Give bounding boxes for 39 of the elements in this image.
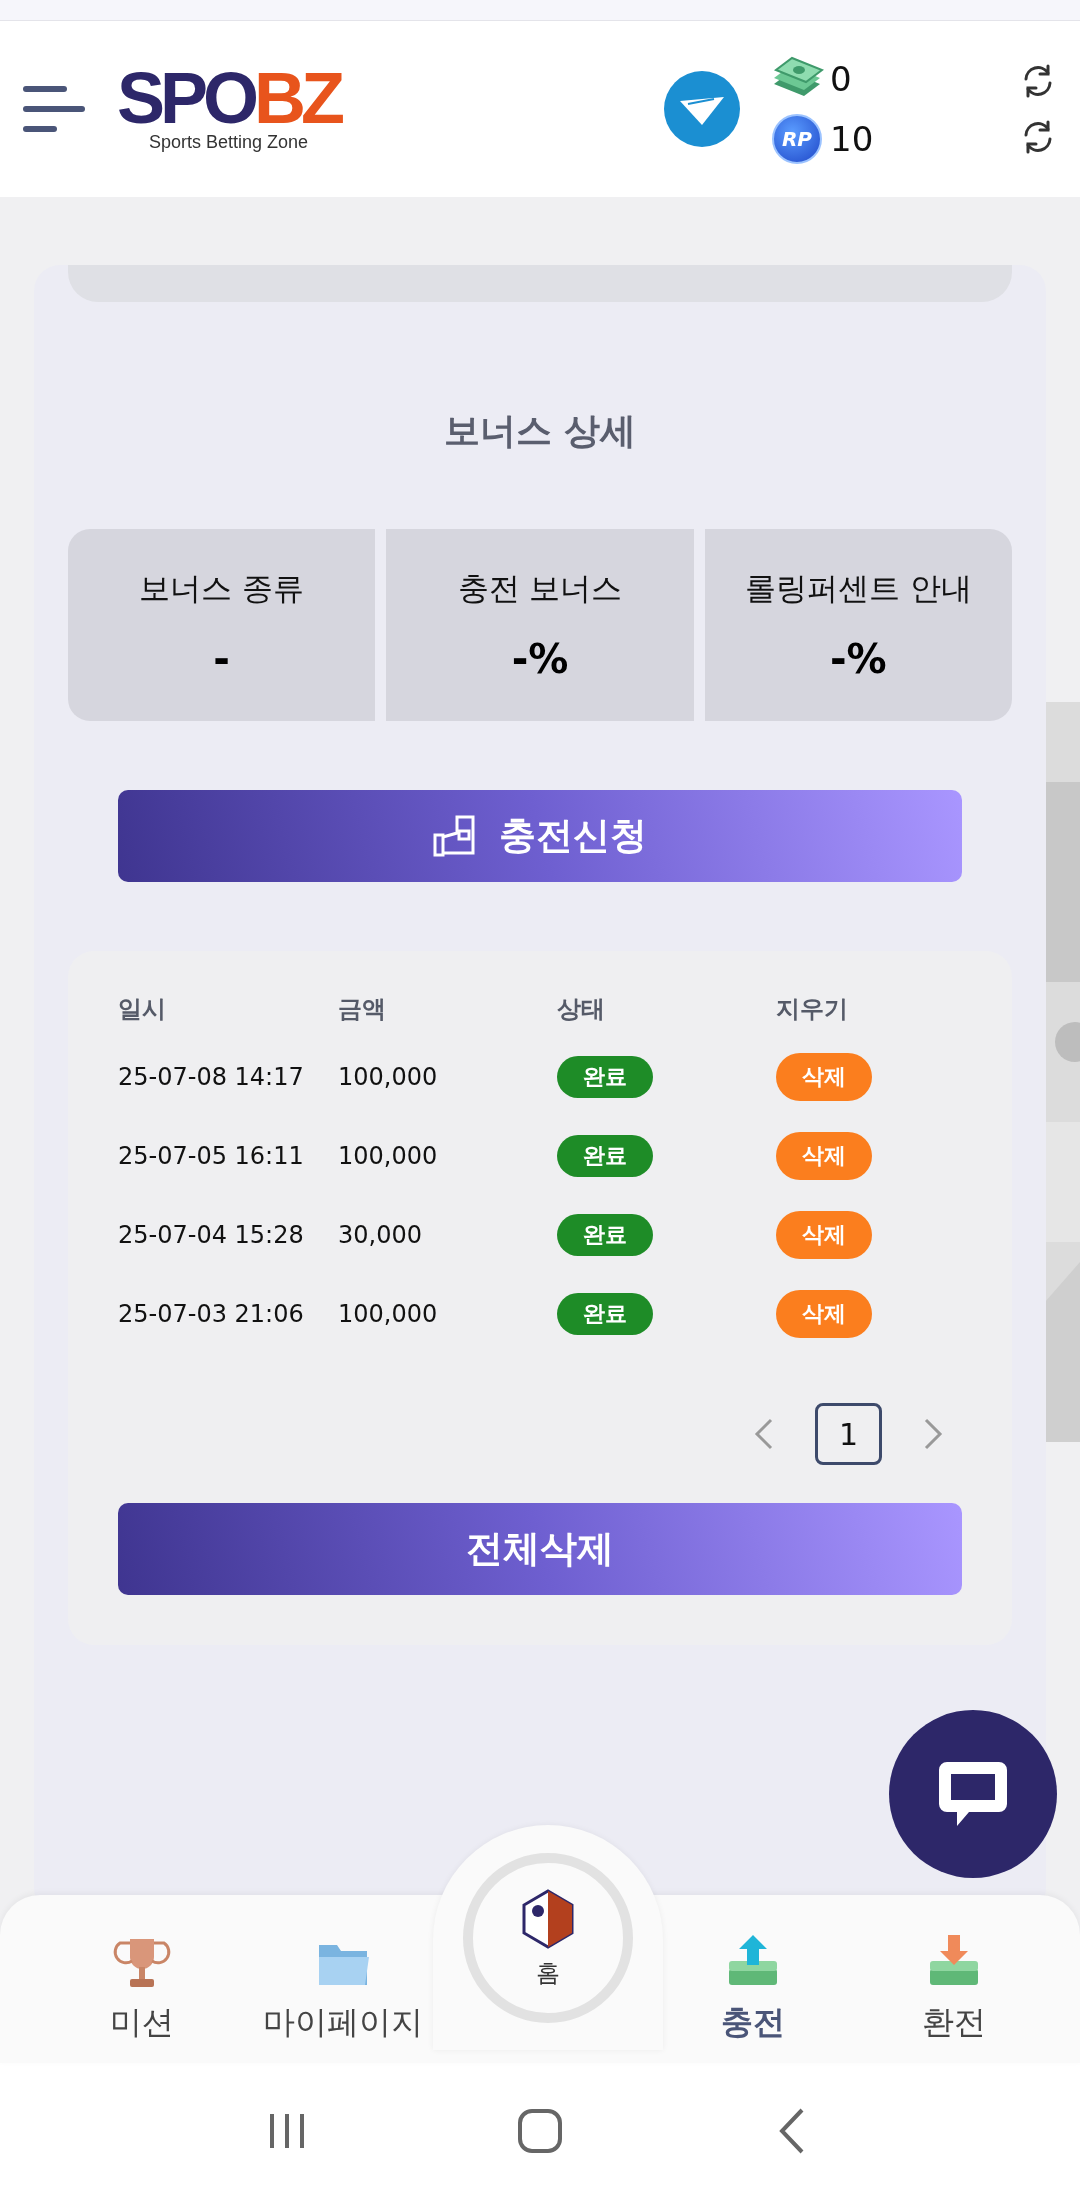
paper-plane-icon[interactable]: [664, 71, 740, 147]
status-badge: 완료: [557, 1134, 653, 1177]
info-value: -: [213, 636, 230, 682]
status-badge: 완료: [557, 1292, 653, 1335]
nav-tab[interactable]: 충전: [663, 1895, 843, 2063]
column-header: 지우기: [776, 994, 849, 1025]
info-value: -%: [511, 636, 569, 682]
nav-tab[interactable]: 마이페이지: [253, 1895, 433, 2063]
home-tab[interactable]: 홈: [433, 1825, 663, 2050]
balance-amount: 10: [830, 119, 874, 159]
logo[interactable]: SPOBZ: [116, 65, 340, 130]
logo-tagline: Sports Betting Zone: [148, 131, 309, 153]
page-button[interactable]: 1: [815, 1403, 882, 1465]
date-cell-text: 25-07-03 21:06: [118, 1299, 305, 1328]
nav-tab[interactable]: 환전: [864, 1895, 1044, 2063]
amount-cell-text: 100,000: [338, 1062, 439, 1091]
delete-all-button[interactable]: 전체삭제: [118, 1503, 962, 1595]
status-badge: 완료: [557, 1055, 653, 1098]
amount-cell-text: 100,000: [338, 1299, 439, 1328]
rp-coin-icon: RP: [772, 114, 822, 164]
menu-icon[interactable]: [22, 83, 86, 135]
column-header: 일시: [118, 994, 167, 1025]
date-cell-text: 25-07-04 15:28: [118, 1220, 305, 1249]
amount-cell-text: 100,000: [338, 1141, 439, 1170]
nav-tab[interactable]: 미션: [52, 1895, 232, 2063]
date-cell-text: 25-07-05 16:11: [118, 1141, 305, 1170]
charge-request-button[interactable]: 충전신청: [118, 790, 962, 882]
amount-cell-text: 30,000: [338, 1220, 423, 1249]
balance-amount: 0: [830, 59, 852, 99]
status-badge: 완료: [557, 1213, 653, 1256]
column-header: 상태: [557, 994, 606, 1025]
section-title: 보너스 상세: [442, 409, 638, 453]
home-button-icon[interactable]: [515, 2106, 565, 2156]
info-value: -%: [829, 636, 887, 682]
info-label: 보너스 종류: [139, 569, 305, 608]
info-label: 롤링퍼센트 안내: [744, 569, 972, 608]
info-label: 충전 보너스: [457, 569, 623, 608]
column-header: 금액: [338, 994, 387, 1025]
date-cell-text: 25-07-08 14:17: [118, 1062, 305, 1091]
